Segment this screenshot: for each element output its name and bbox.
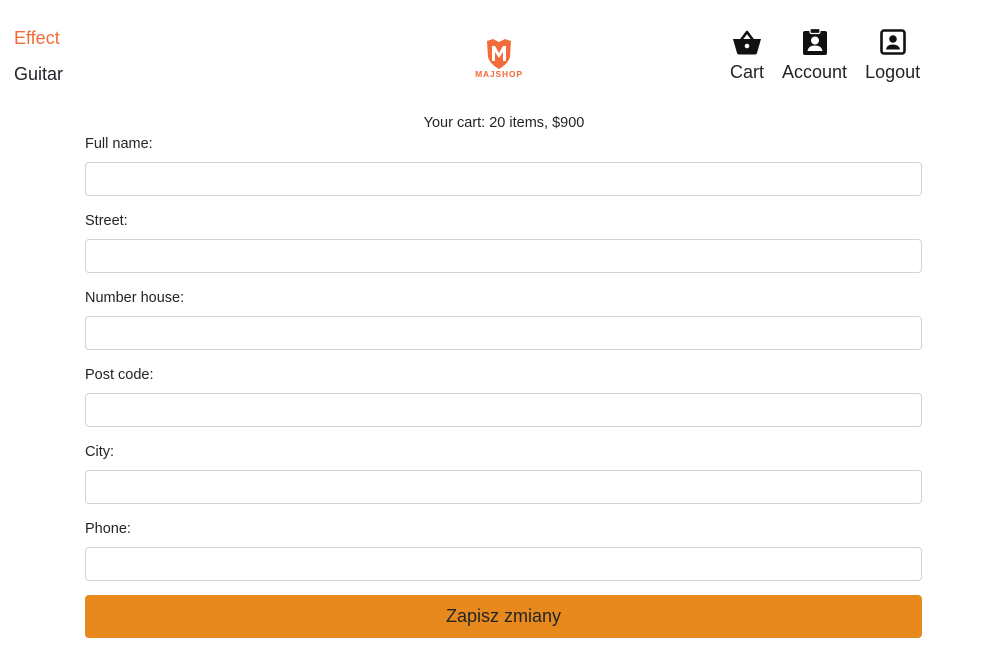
- cart-label: Cart: [730, 62, 765, 82]
- nav-link-effect[interactable]: Effect: [14, 27, 63, 49]
- nav-link-guitar[interactable]: Guitar: [14, 63, 63, 85]
- account-label: Account: [782, 62, 848, 82]
- basket-icon: [731, 26, 763, 58]
- account-link[interactable]: Account: [782, 26, 847, 83]
- post-code-label: Post code:: [85, 367, 154, 383]
- cart-summary: Your cart: 20 items, $900: [0, 115, 1008, 131]
- logout-link[interactable]: Logout: [865, 26, 920, 83]
- city-field: City:: [85, 443, 922, 520]
- city-label: City:: [85, 444, 114, 460]
- user-nav: Cart Account Logout: [730, 26, 938, 83]
- full-name-input[interactable]: [85, 162, 922, 196]
- save-changes-button[interactable]: Zapisz zmiany: [85, 595, 922, 638]
- user-box-icon: [877, 26, 909, 58]
- post-code-input[interactable]: [85, 393, 922, 427]
- phone-input[interactable]: [85, 547, 922, 581]
- full-name-field: Full name:: [85, 135, 922, 212]
- number-house-input[interactable]: [85, 316, 922, 350]
- number-house-field: Number house:: [85, 289, 922, 366]
- cart-summary-detail: 20 items, $900: [489, 115, 585, 131]
- category-nav: Effect Guitar: [14, 27, 63, 99]
- address-form: Full name: Street: Number house: Post co…: [85, 135, 922, 597]
- logo-text: MAJSHOP: [475, 69, 523, 79]
- cart-link[interactable]: Cart: [730, 26, 764, 83]
- phone-field: Phone:: [85, 520, 922, 597]
- checkout-page: Effect Guitar MAJSHOP Cart Account Logou…: [0, 0, 1008, 664]
- post-code-field: Post code:: [85, 366, 922, 443]
- account-badge-icon: [799, 26, 831, 58]
- street-input[interactable]: [85, 239, 922, 273]
- phone-label: Phone:: [85, 521, 131, 537]
- cart-summary-prefix: Your cart:: [423, 115, 486, 131]
- city-input[interactable]: [85, 470, 922, 504]
- majshop-logo[interactable]: MAJSHOP: [474, 38, 524, 82]
- logout-label: Logout: [865, 62, 921, 82]
- street-label: Street:: [85, 213, 128, 229]
- street-field: Street:: [85, 212, 922, 289]
- number-house-label: Number house:: [85, 290, 185, 306]
- logo-shield-icon: [487, 39, 511, 69]
- full-name-label: Full name:: [85, 136, 153, 152]
